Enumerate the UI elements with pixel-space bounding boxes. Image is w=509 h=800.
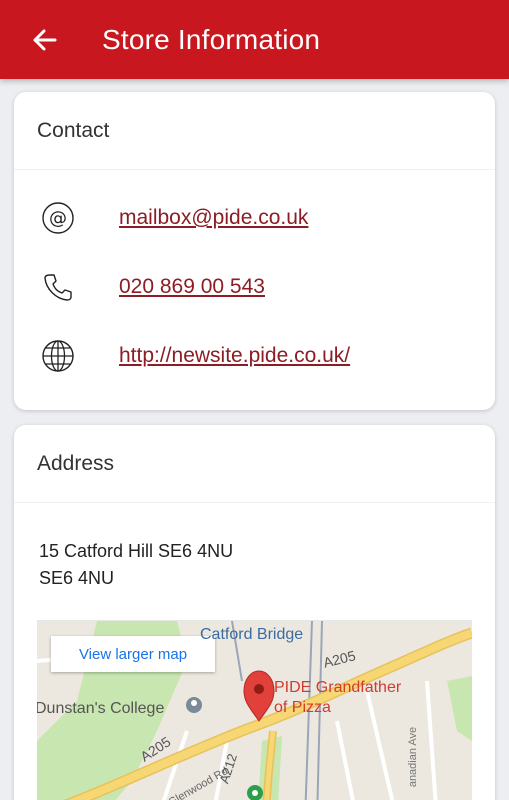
map-label-pide-line2: of Pizza [274, 699, 331, 716]
contact-header: Contact [14, 92, 495, 170]
phone-row: 020 869 00 543 [38, 269, 265, 305]
store-map[interactable]: View larger map Catford Bridge A205 PIDE… [37, 620, 472, 800]
email-row: @ mailbox@pide.co.uk [38, 200, 308, 236]
map-label-pide-line1: PIDE Grandfather [274, 679, 402, 696]
phone-icon [38, 269, 78, 305]
map-label-catford-bridge: Catford Bridge [200, 626, 304, 643]
address-text: 15 Catford Hill SE6 4NU SE6 4NU [39, 538, 233, 592]
address-line-1: 15 Catford Hill SE6 4NU [39, 541, 234, 561]
website-row: http://newsite.pide.co.uk/ [38, 338, 350, 374]
email-link[interactable]: mailbox@pide.co.uk [119, 206, 308, 230]
view-larger-map-button[interactable]: View larger map [51, 636, 215, 672]
svg-text:@: @ [49, 208, 67, 229]
at-icon: @ [38, 200, 78, 236]
back-button[interactable] [12, 0, 76, 79]
map-label-canadian-ave: anadian Ave [407, 726, 420, 788]
app-bar: Store Information [0, 0, 509, 79]
phone-link[interactable]: 020 869 00 543 [119, 275, 265, 299]
globe-icon [38, 338, 78, 374]
contact-card: Contact @ mailbox@pide.co.uk 020 869 00 … [14, 92, 495, 410]
address-card: Address 15 Catford Hill SE6 4NU SE6 4NU [14, 425, 495, 800]
address-line-2: SE6 4NU [39, 568, 115, 588]
page-title: Store Information [102, 23, 321, 55]
address-header: Address [14, 425, 495, 503]
website-link[interactable]: http://newsite.pide.co.uk/ [119, 344, 350, 368]
arrow-back-icon [33, 29, 57, 50]
map-label-college: Dunstan's College [37, 700, 165, 717]
